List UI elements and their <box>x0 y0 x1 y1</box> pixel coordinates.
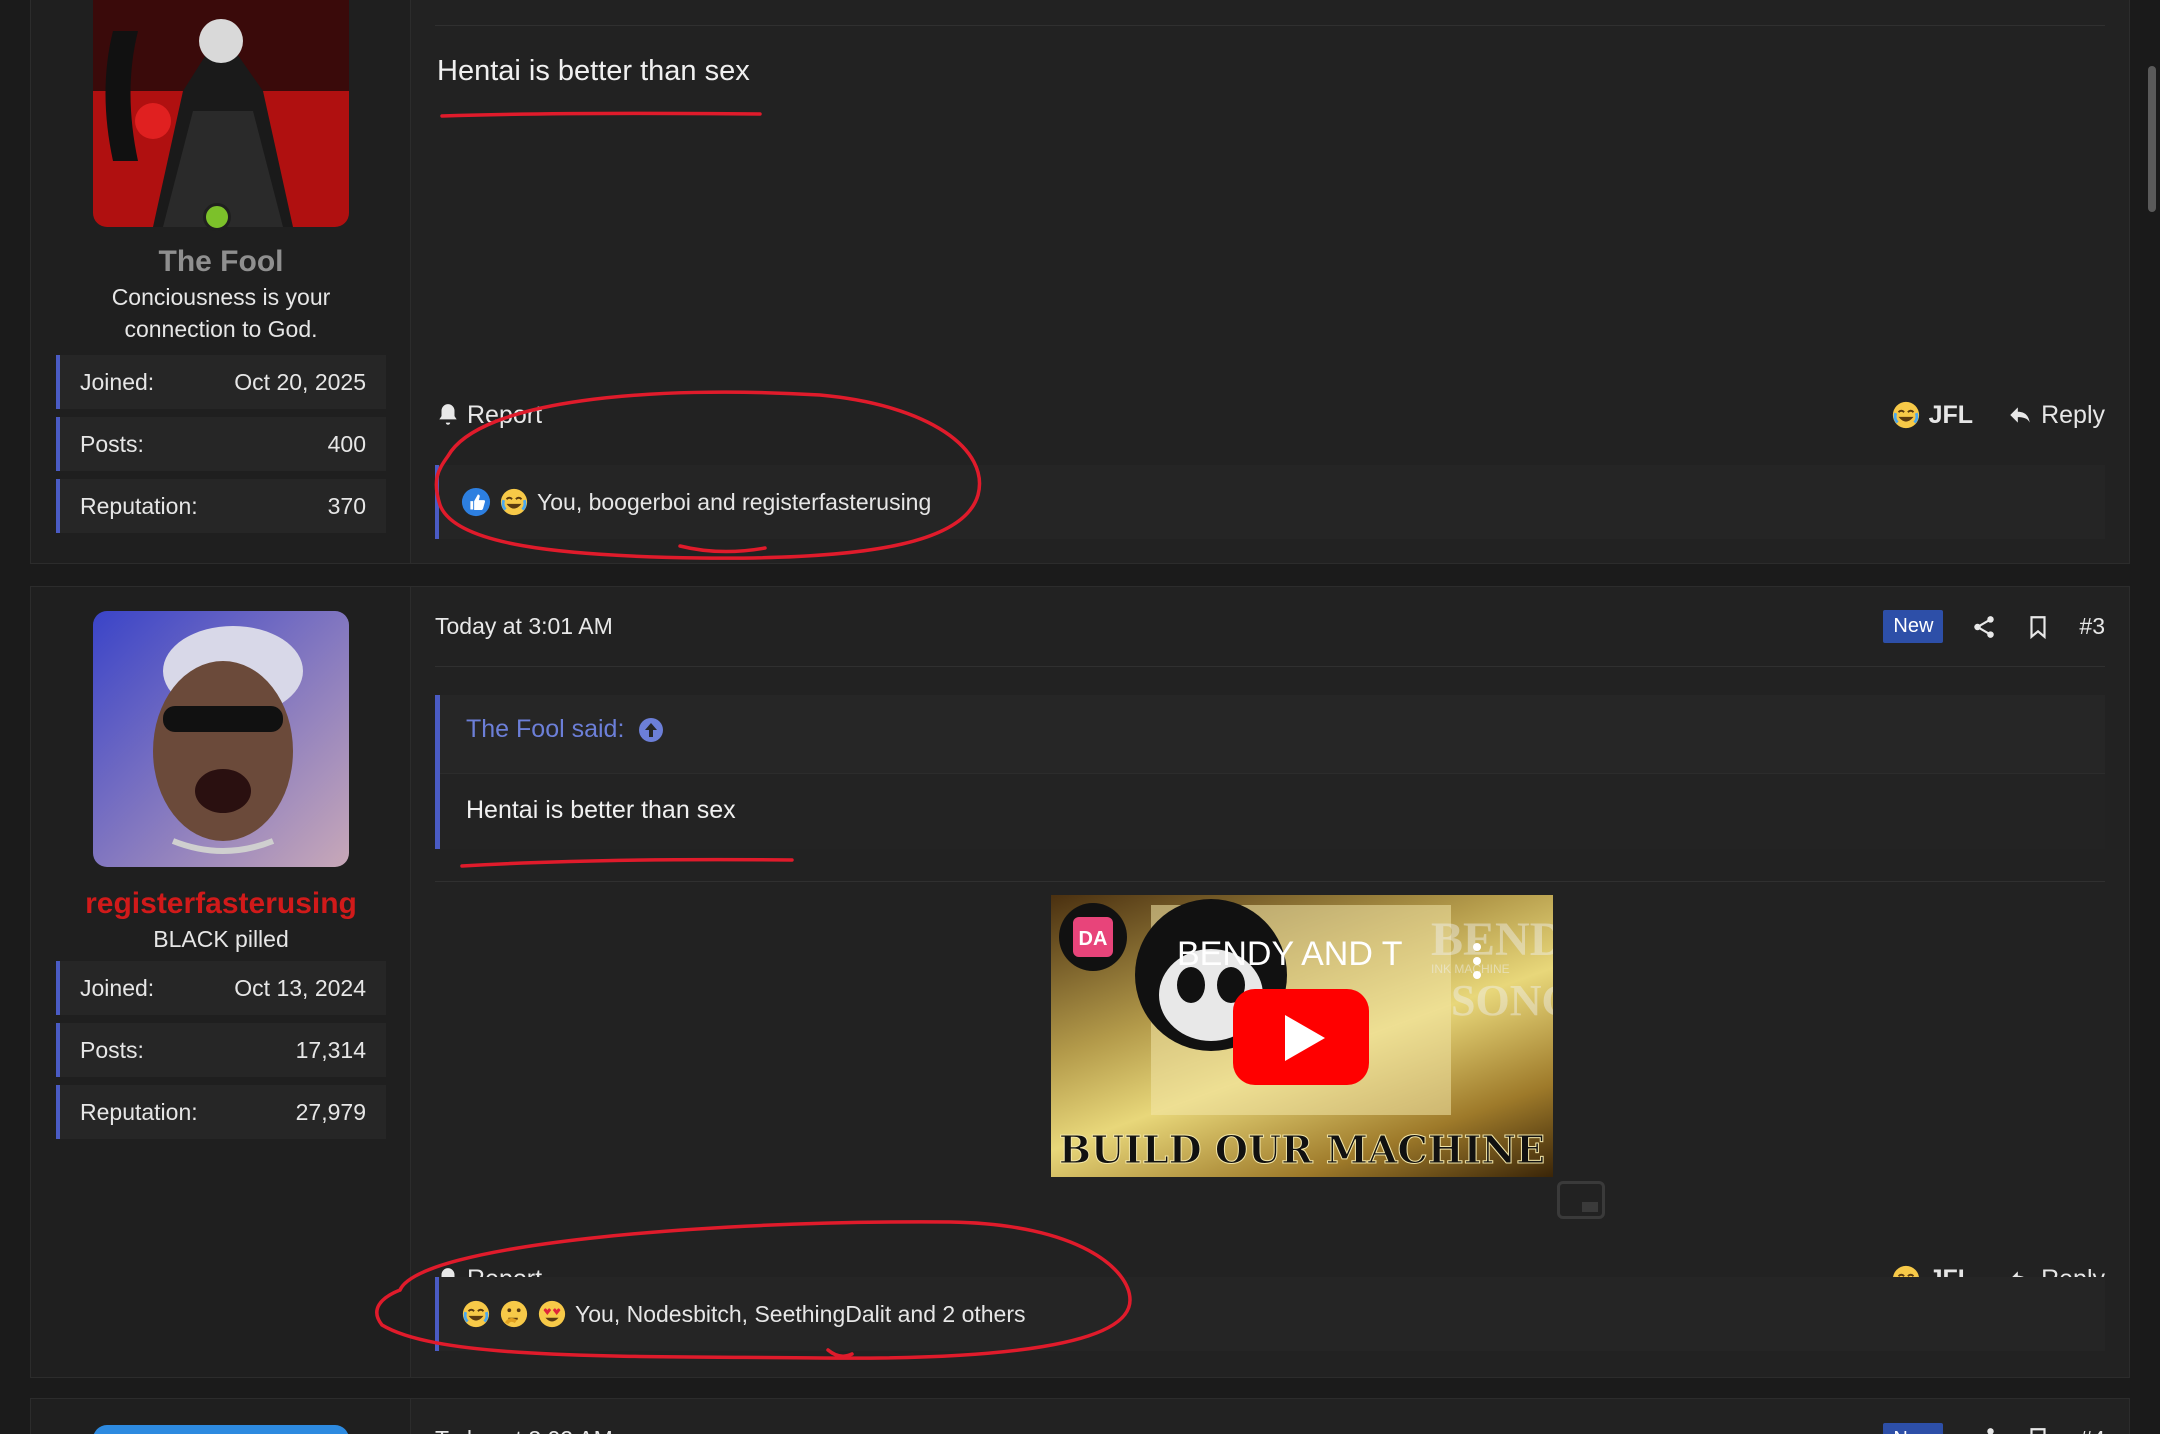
report-label: Report <box>467 400 543 429</box>
avatar[interactable] <box>93 0 349 227</box>
jfl-label: JFL <box>1928 400 1974 429</box>
share-icon[interactable] <box>1971 614 1997 640</box>
stat-label: Joined: <box>80 368 155 395</box>
stat-label: Reputation: <box>80 492 198 519</box>
user-title: Conciousness is your connection to God. <box>111 284 331 342</box>
post-2: The Fool Conciousness is your connection… <box>30 0 2130 564</box>
quote-block: The Fool said: Hentai is better than sex <box>435 695 2105 849</box>
username[interactable]: registerfasterusing <box>31 887 411 921</box>
joy-emoji-icon <box>1892 401 1919 429</box>
post-number[interactable]: #3 <box>2079 613 2105 640</box>
avatar[interactable] <box>93 1425 349 1434</box>
thumbs-up-icon <box>461 487 491 517</box>
post-header: Today at 3:01 AM New #3 <box>435 587 2105 667</box>
message-panel: Today at 3:01 AM New #3 The Fool said: H… <box>411 587 2129 1377</box>
user-info-panel: The Fool Conciousness is your connection… <box>31 0 411 563</box>
thumbnail-watermark-song: SONG <box>1451 976 1553 1025</box>
avatar-image <box>93 611 349 867</box>
thumbnail-watermark-title: BENDY <box>1431 913 1553 966</box>
reply-arrow-icon <box>2010 407 2030 423</box>
stat-value: Oct 20, 2025 <box>234 368 366 395</box>
post-number[interactable]: #4 <box>2079 1426 2105 1434</box>
avatar[interactable] <box>93 611 349 867</box>
stat-value: 400 <box>327 430 366 457</box>
post-date[interactable]: Today at 3:02 AM <box>435 1426 613 1434</box>
stat-reputation: Reputation: 27,979 <box>56 1085 386 1139</box>
quote-author[interactable]: The Fool said: <box>466 715 664 744</box>
reply-label: Reply <box>2041 400 2105 429</box>
online-status-indicator <box>203 203 231 231</box>
stat-label: Joined: <box>80 974 155 1001</box>
video-title[interactable]: BENDY AND T <box>1177 935 1402 973</box>
bookmark-icon[interactable] <box>2025 1426 2051 1434</box>
reactions-text[interactable]: You, Nodesbitch, SeethingDalit and 2 oth… <box>575 1301 1026 1328</box>
post-header: Today at 3:02 AM New #4 <box>435 1399 2105 1434</box>
bookmark-icon[interactable] <box>2025 614 2051 640</box>
thinking-emoji-icon <box>500 1300 528 1328</box>
post-tools: New #3 <box>1883 610 2105 643</box>
stat-label: Posts: <box>80 430 144 457</box>
stat-reputation: Reputation: 370 <box>56 479 386 533</box>
reactions-bar[interactable]: You, boogerboi and registerfasterusing <box>435 465 2105 539</box>
reply-button[interactable]: Reply <box>2007 401 2105 430</box>
new-badge: New <box>1883 610 1944 643</box>
reaction-reply-group: JFL Reply <box>1891 400 2105 430</box>
share-icon[interactable] <box>1971 1426 1997 1434</box>
youtube-embed[interactable]: DA BENDY INK MACHINE SONG BENDY AND T BU… <box>1051 895 1553 1177</box>
header-divider <box>435 25 2105 26</box>
user-info-panel: registerfasterusing BLACK pilled Joined:… <box>31 587 411 1377</box>
jfl-react-button[interactable]: JFL <box>1891 400 1973 430</box>
channel-logo-text: DA <box>1079 928 1108 950</box>
scrollbar-thumb[interactable] <box>2148 66 2156 212</box>
quote-text: Hentai is better than sex <box>466 796 736 824</box>
stat-value: 370 <box>327 492 366 519</box>
content-divider <box>435 881 2105 882</box>
bell-icon <box>439 404 457 425</box>
stat-value: 17,314 <box>295 1036 366 1063</box>
reactions-bar[interactable]: You, Nodesbitch, SeethingDalit and 2 oth… <box>435 1277 2105 1351</box>
quote-body: Hentai is better than sex <box>440 773 2105 849</box>
quote-author-label: The Fool said: <box>466 715 625 743</box>
new-badge: New <box>1883 1422 1944 1434</box>
message-panel: Today at 3:02 AM New #4 <box>411 1399 2129 1434</box>
post-date[interactable]: Today at 3:01 AM <box>435 613 613 640</box>
stat-value: 27,979 <box>295 1098 366 1125</box>
stat-value: Oct 13, 2024 <box>234 974 366 1001</box>
thumbnail-banner: BUILD OUR MACHINE <box>1059 1127 1545 1172</box>
user-info-panel <box>31 1399 411 1434</box>
thumbnail-watermark-subtitle: INK MACHINE <box>1431 962 1510 976</box>
post-tools: New #4 <box>1883 1422 2105 1434</box>
user-title: BLACK pilled <box>153 926 289 952</box>
stat-label: Posts: <box>80 1036 144 1063</box>
stat-label: Reputation: <box>80 1098 198 1125</box>
stat-posts: Posts: 400 <box>56 417 386 471</box>
video-thumbnail: DA BENDY INK MACHINE SONG BENDY AND T BU… <box>1058 899 1553 1173</box>
post-actions: Report JFL Reply <box>435 395 2105 435</box>
post-3: registerfasterusing BLACK pilled Joined:… <box>30 586 2130 1378</box>
post-body: Hentai is better than sex <box>437 55 750 87</box>
heart-eyes-emoji-icon <box>538 1300 566 1328</box>
scrollbar[interactable] <box>2140 0 2160 1434</box>
stat-posts: Posts: 17,314 <box>56 1023 386 1077</box>
arrow-up-circle-icon[interactable] <box>638 717 664 743</box>
reactions-text[interactable]: You, boogerboi and registerfasterusing <box>537 489 931 516</box>
message-panel: Hentai is better than sex Report JFL Rep… <box>411 0 2129 563</box>
joy-emoji-icon <box>500 488 528 516</box>
post-4: Today at 3:02 AM New #4 <box>30 1398 2130 1434</box>
report-button[interactable]: Report <box>435 401 542 430</box>
joy-emoji-icon <box>462 1300 490 1328</box>
avatar-image <box>93 0 349 227</box>
username[interactable]: The Fool <box>31 245 411 279</box>
picture-in-picture-icon[interactable] <box>1557 1181 1605 1219</box>
stat-joined: Joined: Oct 13, 2024 <box>56 961 386 1015</box>
stat-joined: Joined: Oct 20, 2025 <box>56 355 386 409</box>
